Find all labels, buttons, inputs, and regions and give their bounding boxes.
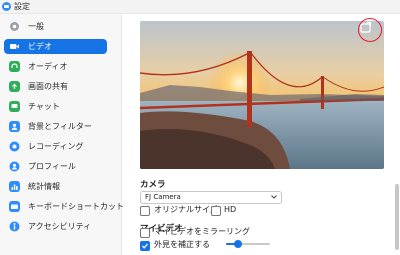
sidebar-item-label: 統計情報 [28, 182, 60, 191]
video-settings-panel: カメラ FJ Camera オリジナルサイズ HD マイビデオ マイビデオをミラ… [122, 14, 400, 255]
rotate-camera-button[interactable] [357, 20, 375, 36]
hd-label: HD [224, 205, 237, 214]
sidebar-item-label: プロフィール [28, 162, 76, 171]
touch-up-appearance-label: 外見を補正する [154, 240, 210, 249]
original-size-checkbox[interactable] [140, 206, 150, 216]
camera-heading: カメラ [140, 180, 166, 190]
title-bar: 設定 [0, 0, 400, 14]
background-person-icon [9, 121, 20, 132]
sidebar-item-keyboard-shortcuts[interactable]: キーボードショートカット [4, 199, 124, 214]
sidebar-item-label: 背景とフィルター [28, 122, 92, 131]
sidebar-item-share-screen[interactable]: 画面の共有 [4, 79, 107, 94]
mirror-video-label: マイビデオをミラーリング [154, 227, 250, 236]
gear-icon [9, 21, 20, 32]
touch-up-appearance-checkbox[interactable] [140, 241, 150, 251]
touch-up-slider-thumb[interactable] [234, 240, 243, 248]
sidebar-item-general[interactable]: 一般 [4, 19, 107, 34]
profile-icon [9, 161, 20, 172]
sidebar-item-profile[interactable]: プロフィール [4, 159, 107, 174]
settings-sidebar: 一般 ビデオ オーディオ 画面の共有 チャット 背景とフィルター レコーディング… [0, 14, 124, 255]
camera-select-value: FJ Camera [145, 193, 181, 201]
sidebar-item-accessibility[interactable]: アクセシビリティ [4, 219, 107, 234]
share-screen-icon [9, 81, 20, 92]
keyboard-icon [9, 201, 20, 212]
sidebar-item-label: レコーディング [28, 142, 84, 151]
sidebar-item-label: アクセシビリティ [28, 222, 92, 231]
chat-bubble-icon [9, 101, 20, 112]
sidebar-item-label: チャット [28, 102, 60, 111]
sidebar-item-statistics[interactable]: 統計情報 [4, 179, 107, 194]
camera-select[interactable]: FJ Camera [140, 191, 282, 204]
sidebar-item-label: 一般 [28, 22, 44, 31]
golden-gate-bridge-image [140, 21, 384, 169]
touch-up-slider[interactable] [226, 240, 270, 248]
sidebar-item-label: キーボードショートカット [28, 202, 124, 211]
record-icon [9, 141, 20, 152]
chevron-down-icon [271, 195, 277, 199]
sidebar-item-recording[interactable]: レコーディング [4, 139, 107, 154]
sidebar-item-label: オーディオ [28, 62, 68, 71]
statistics-icon [9, 181, 20, 192]
original-size-label: オリジナルサイズ [154, 205, 218, 214]
rotate-camera-icon [360, 21, 372, 33]
video-camera-icon [9, 41, 20, 52]
sidebar-item-audio[interactable]: オーディオ [4, 59, 107, 74]
accessibility-icon [9, 221, 20, 232]
checkmark-icon [142, 243, 148, 249]
window-title: 設定 [14, 2, 30, 11]
sidebar-item-video[interactable]: ビデオ [4, 39, 107, 54]
zoom-app-icon [2, 2, 11, 11]
sidebar-item-label: ビデオ [28, 42, 52, 51]
scrollbar-thumb[interactable] [395, 184, 399, 250]
sidebar-item-chat[interactable]: チャット [4, 99, 107, 114]
sidebar-item-label: 画面の共有 [28, 82, 68, 91]
headphones-icon [9, 61, 20, 72]
mirror-video-checkbox[interactable] [140, 228, 150, 238]
camera-preview [140, 21, 384, 169]
hd-checkbox[interactable] [211, 206, 221, 216]
sidebar-item-background-filters[interactable]: 背景とフィルター [4, 119, 107, 134]
